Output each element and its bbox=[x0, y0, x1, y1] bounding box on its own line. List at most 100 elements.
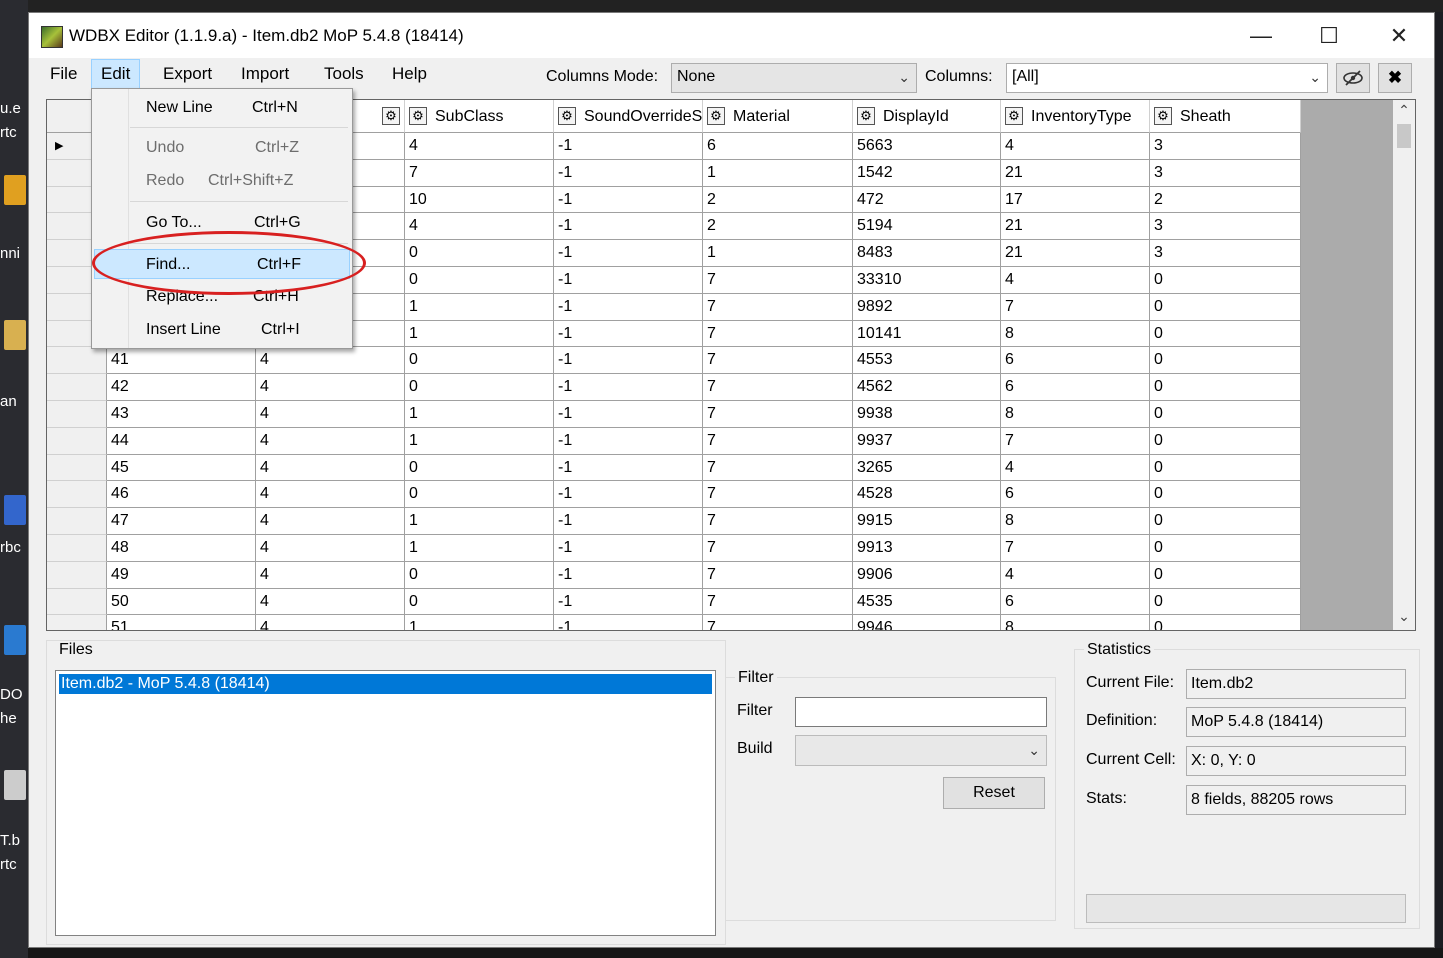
table-cell[interactable]: 0 bbox=[405, 588, 554, 616]
table-cell[interactable]: 3 bbox=[1150, 133, 1301, 160]
list-item[interactable]: Item.db2 - MoP 5.4.8 (18414) bbox=[59, 674, 712, 694]
clear-columns-button[interactable]: ✖ bbox=[1378, 63, 1412, 93]
table-cell[interactable]: 1 bbox=[703, 240, 853, 267]
row-header[interactable] bbox=[47, 374, 107, 401]
table-cell[interactable]: -1 bbox=[554, 615, 703, 630]
table-cell[interactable]: -1 bbox=[554, 561, 703, 589]
scrollbar-thumb[interactable] bbox=[1397, 124, 1411, 148]
table-cell[interactable]: 5194 bbox=[853, 213, 1001, 241]
table-cell[interactable]: 3265 bbox=[853, 454, 1001, 482]
table-cell[interactable]: 7 bbox=[703, 588, 853, 616]
desktop-settings-icon[interactable] bbox=[4, 770, 26, 800]
table-cell[interactable]: 0 bbox=[405, 454, 554, 482]
table-cell[interactable]: -1 bbox=[554, 347, 703, 375]
table-cell[interactable]: 4 bbox=[1001, 267, 1150, 294]
desktop-folder-icon[interactable] bbox=[4, 320, 26, 350]
table-cell[interactable]: 4535 bbox=[853, 588, 1001, 616]
table-cell[interactable]: -1 bbox=[554, 320, 703, 348]
table-cell[interactable]: 4 bbox=[256, 508, 405, 535]
table-cell[interactable]: 3 bbox=[1150, 159, 1301, 187]
table-cell[interactable]: 3 bbox=[1150, 213, 1301, 241]
table-cell[interactable]: 21 bbox=[1001, 159, 1150, 187]
table-cell[interactable]: 4 bbox=[256, 347, 405, 375]
table-cell[interactable]: 1 bbox=[405, 293, 554, 321]
table-cell[interactable]: 7 bbox=[703, 293, 853, 321]
table-cell[interactable]: 10141 bbox=[853, 320, 1001, 348]
table-cell[interactable]: 7 bbox=[703, 615, 853, 630]
table-cell[interactable]: -1 bbox=[554, 374, 703, 401]
table-cell[interactable]: 8483 bbox=[853, 240, 1001, 267]
table-cell[interactable]: 7 bbox=[703, 561, 853, 589]
row-header[interactable] bbox=[47, 347, 107, 375]
columns-mode-select[interactable]: None ⌄ bbox=[671, 63, 917, 93]
table-cell[interactable]: 0 bbox=[1150, 561, 1301, 589]
table-cell[interactable]: 42 bbox=[107, 374, 256, 401]
scroll-up-icon[interactable]: ⌃ bbox=[1393, 102, 1415, 122]
row-header[interactable] bbox=[47, 481, 107, 509]
table-cell[interactable]: 1542 bbox=[853, 159, 1001, 187]
menu-item-new-line[interactable]: New Line Ctrl+N bbox=[94, 93, 350, 123]
table-cell[interactable]: 0 bbox=[1150, 427, 1301, 455]
table-cell[interactable]: -1 bbox=[554, 508, 703, 535]
table-cell[interactable]: 9938 bbox=[853, 401, 1001, 428]
row-header[interactable] bbox=[47, 508, 107, 535]
table-cell[interactable]: 4 bbox=[256, 561, 405, 589]
table-cell[interactable]: 9892 bbox=[853, 293, 1001, 321]
gear-icon[interactable]: ⚙ bbox=[409, 107, 427, 125]
table-cell[interactable]: 6 bbox=[703, 133, 853, 160]
table-cell[interactable]: 4 bbox=[256, 374, 405, 401]
table-cell[interactable]: -1 bbox=[554, 535, 703, 562]
menu-import[interactable]: Import bbox=[232, 59, 298, 89]
table-cell[interactable]: 51 bbox=[107, 615, 256, 630]
table-cell[interactable]: -1 bbox=[554, 133, 703, 160]
menu-item-undo[interactable]: Undo Ctrl+Z bbox=[94, 133, 350, 163]
table-cell[interactable]: 21 bbox=[1001, 213, 1150, 241]
table-cell[interactable]: 41 bbox=[107, 347, 256, 375]
row-header[interactable] bbox=[47, 427, 107, 455]
table-cell[interactable]: 7 bbox=[703, 427, 853, 455]
table-cell[interactable]: 4 bbox=[1001, 133, 1150, 160]
table-cell[interactable]: 7 bbox=[703, 535, 853, 562]
table-cell[interactable]: 4 bbox=[405, 213, 554, 241]
table-cell[interactable]: 2 bbox=[703, 186, 853, 214]
menu-item-insert-line[interactable]: Insert Line Ctrl+I bbox=[94, 315, 350, 345]
column-header[interactable]: ⚙ SoundOverrideS bbox=[554, 100, 703, 133]
table-cell[interactable]: 9915 bbox=[853, 508, 1001, 535]
table-cell[interactable]: -1 bbox=[554, 481, 703, 509]
table-cell[interactable]: -1 bbox=[554, 186, 703, 214]
filter-input[interactable] bbox=[795, 697, 1047, 727]
table-cell[interactable]: 1 bbox=[405, 615, 554, 630]
column-header[interactable]: ⚙ DisplayId bbox=[853, 100, 1001, 133]
table-cell[interactable]: 6 bbox=[1001, 374, 1150, 401]
table-cell[interactable]: 0 bbox=[1150, 508, 1301, 535]
table-cell[interactable]: 0 bbox=[1150, 535, 1301, 562]
table-cell[interactable]: -1 bbox=[554, 427, 703, 455]
table-cell[interactable]: 0 bbox=[1150, 347, 1301, 375]
maximize-button[interactable]: ☐ bbox=[1295, 13, 1363, 58]
table-cell[interactable]: -1 bbox=[554, 159, 703, 187]
table-cell[interactable]: 4 bbox=[256, 615, 405, 630]
files-list[interactable]: Item.db2 - MoP 5.4.8 (18414) bbox=[55, 670, 716, 936]
table-cell[interactable]: 9913 bbox=[853, 535, 1001, 562]
table-cell[interactable]: 2 bbox=[1150, 186, 1301, 214]
column-header[interactable]: ⚙ Material bbox=[703, 100, 853, 133]
table-cell[interactable]: 4 bbox=[405, 133, 554, 160]
table-cell[interactable]: 7 bbox=[1001, 293, 1150, 321]
gear-icon[interactable]: ⚙ bbox=[707, 107, 725, 125]
desktop-folder-icon[interactable] bbox=[4, 175, 26, 205]
table-cell[interactable]: 4 bbox=[256, 481, 405, 509]
table-cell[interactable]: 8 bbox=[1001, 615, 1150, 630]
table-cell[interactable]: 7 bbox=[1001, 535, 1150, 562]
table-cell[interactable]: -1 bbox=[554, 240, 703, 267]
gear-icon[interactable]: ⚙ bbox=[382, 107, 400, 125]
menu-export[interactable]: Export bbox=[154, 59, 221, 89]
table-cell[interactable]: 7 bbox=[405, 159, 554, 187]
table-cell[interactable]: 9937 bbox=[853, 427, 1001, 455]
table-cell[interactable]: 9946 bbox=[853, 615, 1001, 630]
table-cell[interactable]: 43 bbox=[107, 401, 256, 428]
table-cell[interactable]: 48 bbox=[107, 535, 256, 562]
table-cell[interactable]: 33310 bbox=[853, 267, 1001, 294]
table-cell[interactable]: 4 bbox=[256, 454, 405, 482]
table-cell[interactable]: 0 bbox=[1150, 267, 1301, 294]
table-cell[interactable]: -1 bbox=[554, 588, 703, 616]
